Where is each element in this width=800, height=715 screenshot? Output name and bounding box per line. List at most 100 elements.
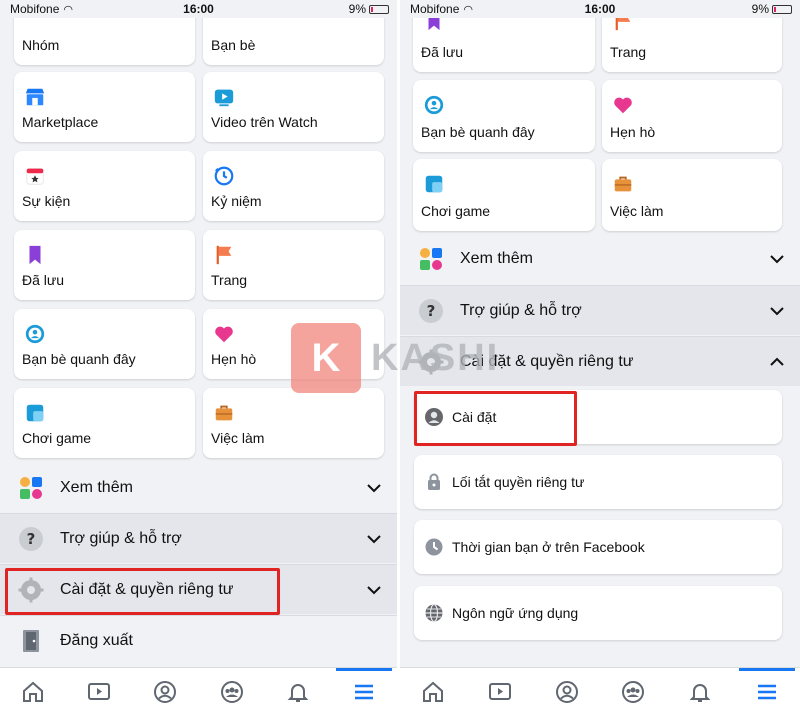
marketplace-icon [25,88,45,106]
dating-icon [215,326,233,343]
settings-item[interactable]: Cài đặt [414,390,782,444]
bell-icon [689,683,711,702]
shortcut-tile-dating[interactable]: Hẹn hò [602,80,782,152]
chevron-down-icon [770,255,784,264]
app-language-item[interactable]: Ngôn ngữ ứng dụng [414,586,782,640]
groups-icon [622,680,645,703]
help-support-row[interactable]: ? Trợ giúp & hỗ trợ [0,513,397,563]
bell-icon [287,683,309,702]
hamburger-menu-icon [757,684,776,699]
shortcut-tile-gaming[interactable]: Chơi game [14,388,195,458]
watch-icon [214,89,234,107]
app-language-label: Ngôn ngữ ứng dụng [452,605,579,621]
tab-groups[interactable] [212,672,252,712]
shortcut-tile-jobs[interactable]: Việc làm [602,159,782,231]
battery-status: 9% [349,2,389,16]
logout-label: Đăng xuất [60,631,133,649]
see-more-row[interactable]: Xem thêm [0,463,397,513]
tab-home[interactable] [13,672,53,712]
privacy-shortcuts-item[interactable]: Lối tắt quyền riêng tư [414,455,782,509]
shortcut-tile-memories[interactable]: Kỷ niệm [203,151,384,221]
help-support-label: Trợ giúp & hỗ trợ [60,529,182,547]
memories-icon [214,166,234,186]
help-icon: ? [419,298,443,323]
shortcut-tile-nearby-friends[interactable]: Bạn bè quanh đây [413,80,595,152]
tab-home[interactable] [413,672,453,712]
shortcut-tile-pages[interactable]: Trang [203,230,384,300]
logout-row[interactable]: Đăng xuất [0,615,397,665]
tab-notifications[interactable] [680,672,720,712]
tile-label: Hẹn hò [610,124,656,140]
watermark-text: KASHI [371,336,500,379]
tab-profile[interactable] [547,672,587,712]
tile-label: Đã lưu [22,272,65,288]
status-bar: Mobifone ◠ 16:00 9% [0,0,397,18]
tab-notifications[interactable] [278,672,318,712]
home-icon [23,681,44,702]
tile-label: Bạn bè quanh đây [421,124,535,140]
battery-icon [369,4,389,14]
shortcut-tile-jobs[interactable]: Việc làm [203,388,384,458]
see-more-icon [20,477,42,499]
tile-label: Kỷ niệm [211,193,262,209]
help-icon: ? [19,526,43,551]
tile-label: Bạn bè [211,37,256,53]
gaming-icon [425,175,443,193]
battery-status: 9% [752,2,792,16]
help-support-label: Trợ giúp & hỗ trợ [460,301,582,319]
shortcut-tile-nearby-friends[interactable]: Bạn bè quanh đây [14,309,195,379]
shortcut-tile-saved[interactable]: Đã lưu [14,230,195,300]
clock: 16:00 [584,2,616,16]
tab-watch[interactable] [79,672,119,712]
settings-privacy-label: Cài đặt & quyền riêng tư [60,580,234,598]
settings-privacy-row[interactable]: Cài đặt & quyền riêng tư [0,564,397,614]
jobs-icon [614,176,632,192]
privacy-shortcuts-label: Lối tắt quyền riêng tư [452,474,585,490]
settings-privacy-label: Cài đặt & quyền riêng tư [460,352,634,370]
chevron-up-icon [770,357,784,366]
nearby-friends-icon [25,324,45,344]
shortcut-tile-gaming[interactable]: Chơi game [413,159,595,231]
gaming-icon [26,404,44,422]
tab-watch[interactable] [480,672,520,712]
tile-label: Chơi game [421,203,491,219]
battery-percent: 9% [348,2,366,16]
profile-icon [555,680,578,703]
tile-label: Nhóm [22,37,60,53]
svg-text:?: ? [27,530,36,548]
groups-icon [220,680,243,703]
tile-label: Marketplace [22,114,99,130]
battery-percent: 9% [751,2,769,16]
bottom-tab-bar [400,667,800,715]
see-more-label: Xem thêm [60,479,133,496]
time-on-facebook-label: Thời gian bạn ở trên Facebook [452,539,645,555]
tile-label: Đã lưu [421,44,464,60]
watermark-logo: K [291,323,361,393]
clock-icon [425,538,443,556]
tile-label: Việc làm [610,203,664,219]
tab-profile[interactable] [145,672,185,712]
dating-icon [614,97,632,114]
svg-text:?: ? [427,302,436,320]
chevron-down-icon [367,484,381,493]
tile-label: Chơi game [22,430,92,446]
tab-groups[interactable] [613,672,653,712]
nearby-friends-icon [424,95,444,115]
shortcut-tile-watch[interactable]: Video trên Watch [203,72,384,142]
globe-icon [425,603,443,623]
account-icon [425,408,443,426]
tile-label: Sự kiện [22,193,71,209]
tile-label: Việc làm [211,430,265,446]
shortcut-tile-events[interactable]: Sự kiện [14,151,195,221]
lock-icon [428,473,440,490]
watermark: K KASHI [291,323,499,393]
battery-icon [772,4,792,14]
tab-menu[interactable] [738,667,795,712]
status-bar: Mobifone ◠ 16:00 9% [400,0,800,18]
chevron-down-icon [770,306,784,315]
chevron-down-icon [367,585,381,594]
shortcut-tile-marketplace[interactable]: Marketplace [14,72,195,142]
tab-menu[interactable] [335,667,392,712]
see-more-row[interactable]: Xem thêm [400,234,800,284]
time-on-facebook-item[interactable]: Thời gian bạn ở trên Facebook [414,520,782,574]
